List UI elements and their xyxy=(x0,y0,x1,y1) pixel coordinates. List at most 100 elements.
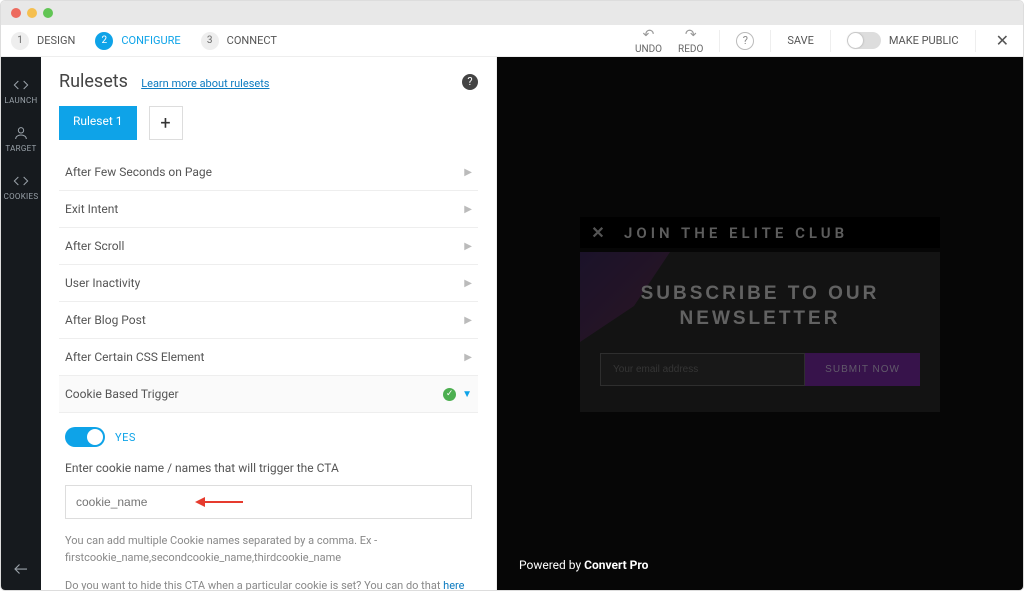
submit-button[interactable]: SUBMIT NOW xyxy=(805,353,920,386)
undo-label: UNDO xyxy=(635,44,662,55)
code-icon xyxy=(13,173,29,189)
arrow-left-icon xyxy=(12,560,30,578)
ruleset-tabs: Ruleset 1 + xyxy=(59,106,478,140)
help-button[interactable]: ? xyxy=(736,32,754,50)
learn-more-link[interactable]: Learn more about rulesets xyxy=(141,77,269,90)
undo-button[interactable]: ↶ UNDO xyxy=(635,27,662,55)
cookie-hint: You can add multiple Cookie names separa… xyxy=(65,533,472,566)
step-label: CONFIGURE xyxy=(121,34,180,47)
elite-header: ✕ JOIN THE ELITE CLUB xyxy=(580,217,940,248)
undo-icon: ↶ xyxy=(643,27,655,43)
rule-after-seconds[interactable]: After Few Seconds on Page ▶ xyxy=(59,154,478,191)
powered-brand: Convert Pro xyxy=(584,558,648,572)
nav-cookies[interactable]: COOKIES xyxy=(4,163,39,211)
save-button[interactable]: SAVE xyxy=(787,34,814,47)
separator xyxy=(770,30,771,52)
caret-down-icon: ▼ xyxy=(462,389,472,400)
toggle-label: YES xyxy=(115,431,136,444)
rule-label: User Inactivity xyxy=(65,276,140,290)
preview-pane: ✕ JOIN THE ELITE CLUB SUBSCRIBE TO OUR N… xyxy=(497,57,1023,590)
redo-button[interactable]: ↷ REDO xyxy=(678,27,703,55)
cookie-input-wrap xyxy=(65,485,472,519)
window-close-dot[interactable] xyxy=(11,8,21,18)
nav-target[interactable]: TARGET xyxy=(5,115,36,163)
rule-label: After Scroll xyxy=(65,239,124,253)
subscribe-card: SUBSCRIBE TO OUR NEWSLETTER SUBMIT NOW xyxy=(580,252,940,412)
panel-help-icon[interactable]: ? xyxy=(462,74,478,90)
here-link[interactable]: here xyxy=(443,579,464,590)
powered-prefix: Powered by xyxy=(519,558,584,572)
hide-cta-hint: Do you want to hide this CTA when a part… xyxy=(65,578,472,590)
redo-icon: ↷ xyxy=(685,27,697,43)
chevron-right-icon: ▶ xyxy=(464,352,472,363)
separator xyxy=(830,30,831,52)
check-icon: ✓ xyxy=(443,388,456,401)
wizard-steps: 1 DESIGN 2 CONFIGURE 3 CONNECT xyxy=(11,32,277,50)
rule-label: After Few Seconds on Page xyxy=(65,165,212,179)
user-icon xyxy=(13,125,29,141)
elite-title: JOIN THE ELITE CLUB xyxy=(624,224,848,242)
email-row: SUBMIT NOW xyxy=(600,353,920,386)
step-label: DESIGN xyxy=(37,34,75,47)
make-public-toggle[interactable]: MAKE PUBLIC xyxy=(847,32,959,49)
config-panel: Rulesets Learn more about rulesets ? Rul… xyxy=(41,57,497,590)
step-number: 2 xyxy=(95,32,113,50)
panel-title: Rulesets xyxy=(59,71,128,92)
rule-after-blog-post[interactable]: After Blog Post ▶ xyxy=(59,302,478,339)
separator xyxy=(719,30,720,52)
chevron-right-icon: ▶ xyxy=(464,315,472,326)
cookie-field-label: Enter cookie name / names that will trig… xyxy=(65,461,472,475)
main-area: LAUNCH TARGET COOKIES Rulesets Learn mor… xyxy=(1,57,1023,590)
nav-launch[interactable]: LAUNCH xyxy=(4,67,37,115)
step-design[interactable]: 1 DESIGN xyxy=(11,32,75,50)
top-right-actions: ↶ UNDO ↷ REDO ? SAVE MAKE PUBLIC ✕ xyxy=(635,27,1013,55)
panel-title-wrap: Rulesets Learn more about rulesets xyxy=(59,71,269,92)
window-zoom-dot[interactable] xyxy=(43,8,53,18)
rule-label: After Blog Post xyxy=(65,313,146,327)
enable-toggle-row: YES xyxy=(65,427,472,447)
panel-header: Rulesets Learn more about rulesets ? xyxy=(59,71,478,92)
rule-after-css-element[interactable]: After Certain CSS Element ▶ xyxy=(59,339,478,376)
popup-preview: ✕ JOIN THE ELITE CLUB SUBSCRIBE TO OUR N… xyxy=(580,217,940,412)
enable-toggle[interactable] xyxy=(65,427,105,447)
subscribe-title: SUBSCRIBE TO OUR NEWSLETTER xyxy=(600,282,920,331)
nav-back-button[interactable] xyxy=(1,560,41,578)
toggle-icon xyxy=(847,32,881,49)
powered-by: Powered by Convert Pro xyxy=(519,558,648,572)
rule-label: Exit Intent xyxy=(65,202,118,216)
nav-label: TARGET xyxy=(5,144,36,153)
rule-after-scroll[interactable]: After Scroll ▶ xyxy=(59,228,478,265)
add-ruleset-button[interactable]: + xyxy=(149,106,183,140)
window-minimize-dot[interactable] xyxy=(27,8,37,18)
chevron-right-icon: ▶ xyxy=(464,241,472,252)
rule-exit-intent[interactable]: Exit Intent ▶ xyxy=(59,191,478,228)
rule-list: After Few Seconds on Page ▶ Exit Intent … xyxy=(59,154,478,590)
rule-status: ✓ ▼ xyxy=(443,388,472,401)
step-connect[interactable]: 3 CONNECT xyxy=(201,32,277,50)
app-window: 1 DESIGN 2 CONFIGURE 3 CONNECT ↶ UNDO ↷ … xyxy=(0,0,1024,591)
rule-cookie-trigger[interactable]: Cookie Based Trigger ✓ ▼ xyxy=(59,376,478,413)
redo-label: REDO xyxy=(678,44,703,55)
step-label: CONNECT xyxy=(227,34,277,47)
nav-label: COOKIES xyxy=(4,192,39,201)
email-input[interactable] xyxy=(600,353,805,386)
cookie-name-input[interactable] xyxy=(65,485,472,519)
make-public-label: MAKE PUBLIC xyxy=(889,34,959,47)
close-icon[interactable]: ✕ xyxy=(590,223,610,242)
top-toolbar: 1 DESIGN 2 CONFIGURE 3 CONNECT ↶ UNDO ↷ … xyxy=(1,25,1023,57)
separator xyxy=(975,30,976,52)
chevron-right-icon: ▶ xyxy=(464,204,472,215)
nav-label: LAUNCH xyxy=(4,96,37,105)
rule-label: Cookie Based Trigger xyxy=(65,387,179,401)
step-configure[interactable]: 2 CONFIGURE xyxy=(95,32,180,50)
code-icon xyxy=(13,77,29,93)
cookie-trigger-body: YES Enter cookie name / names that will … xyxy=(59,413,478,590)
ruleset-tab-1[interactable]: Ruleset 1 xyxy=(59,106,137,140)
chevron-right-icon: ▶ xyxy=(464,167,472,178)
rule-label: After Certain CSS Element xyxy=(65,350,204,364)
close-editor-button[interactable]: ✕ xyxy=(992,31,1013,50)
left-nav: LAUNCH TARGET COOKIES xyxy=(1,57,41,590)
step-number: 3 xyxy=(201,32,219,50)
chevron-right-icon: ▶ xyxy=(464,278,472,289)
rule-user-inactivity[interactable]: User Inactivity ▶ xyxy=(59,265,478,302)
